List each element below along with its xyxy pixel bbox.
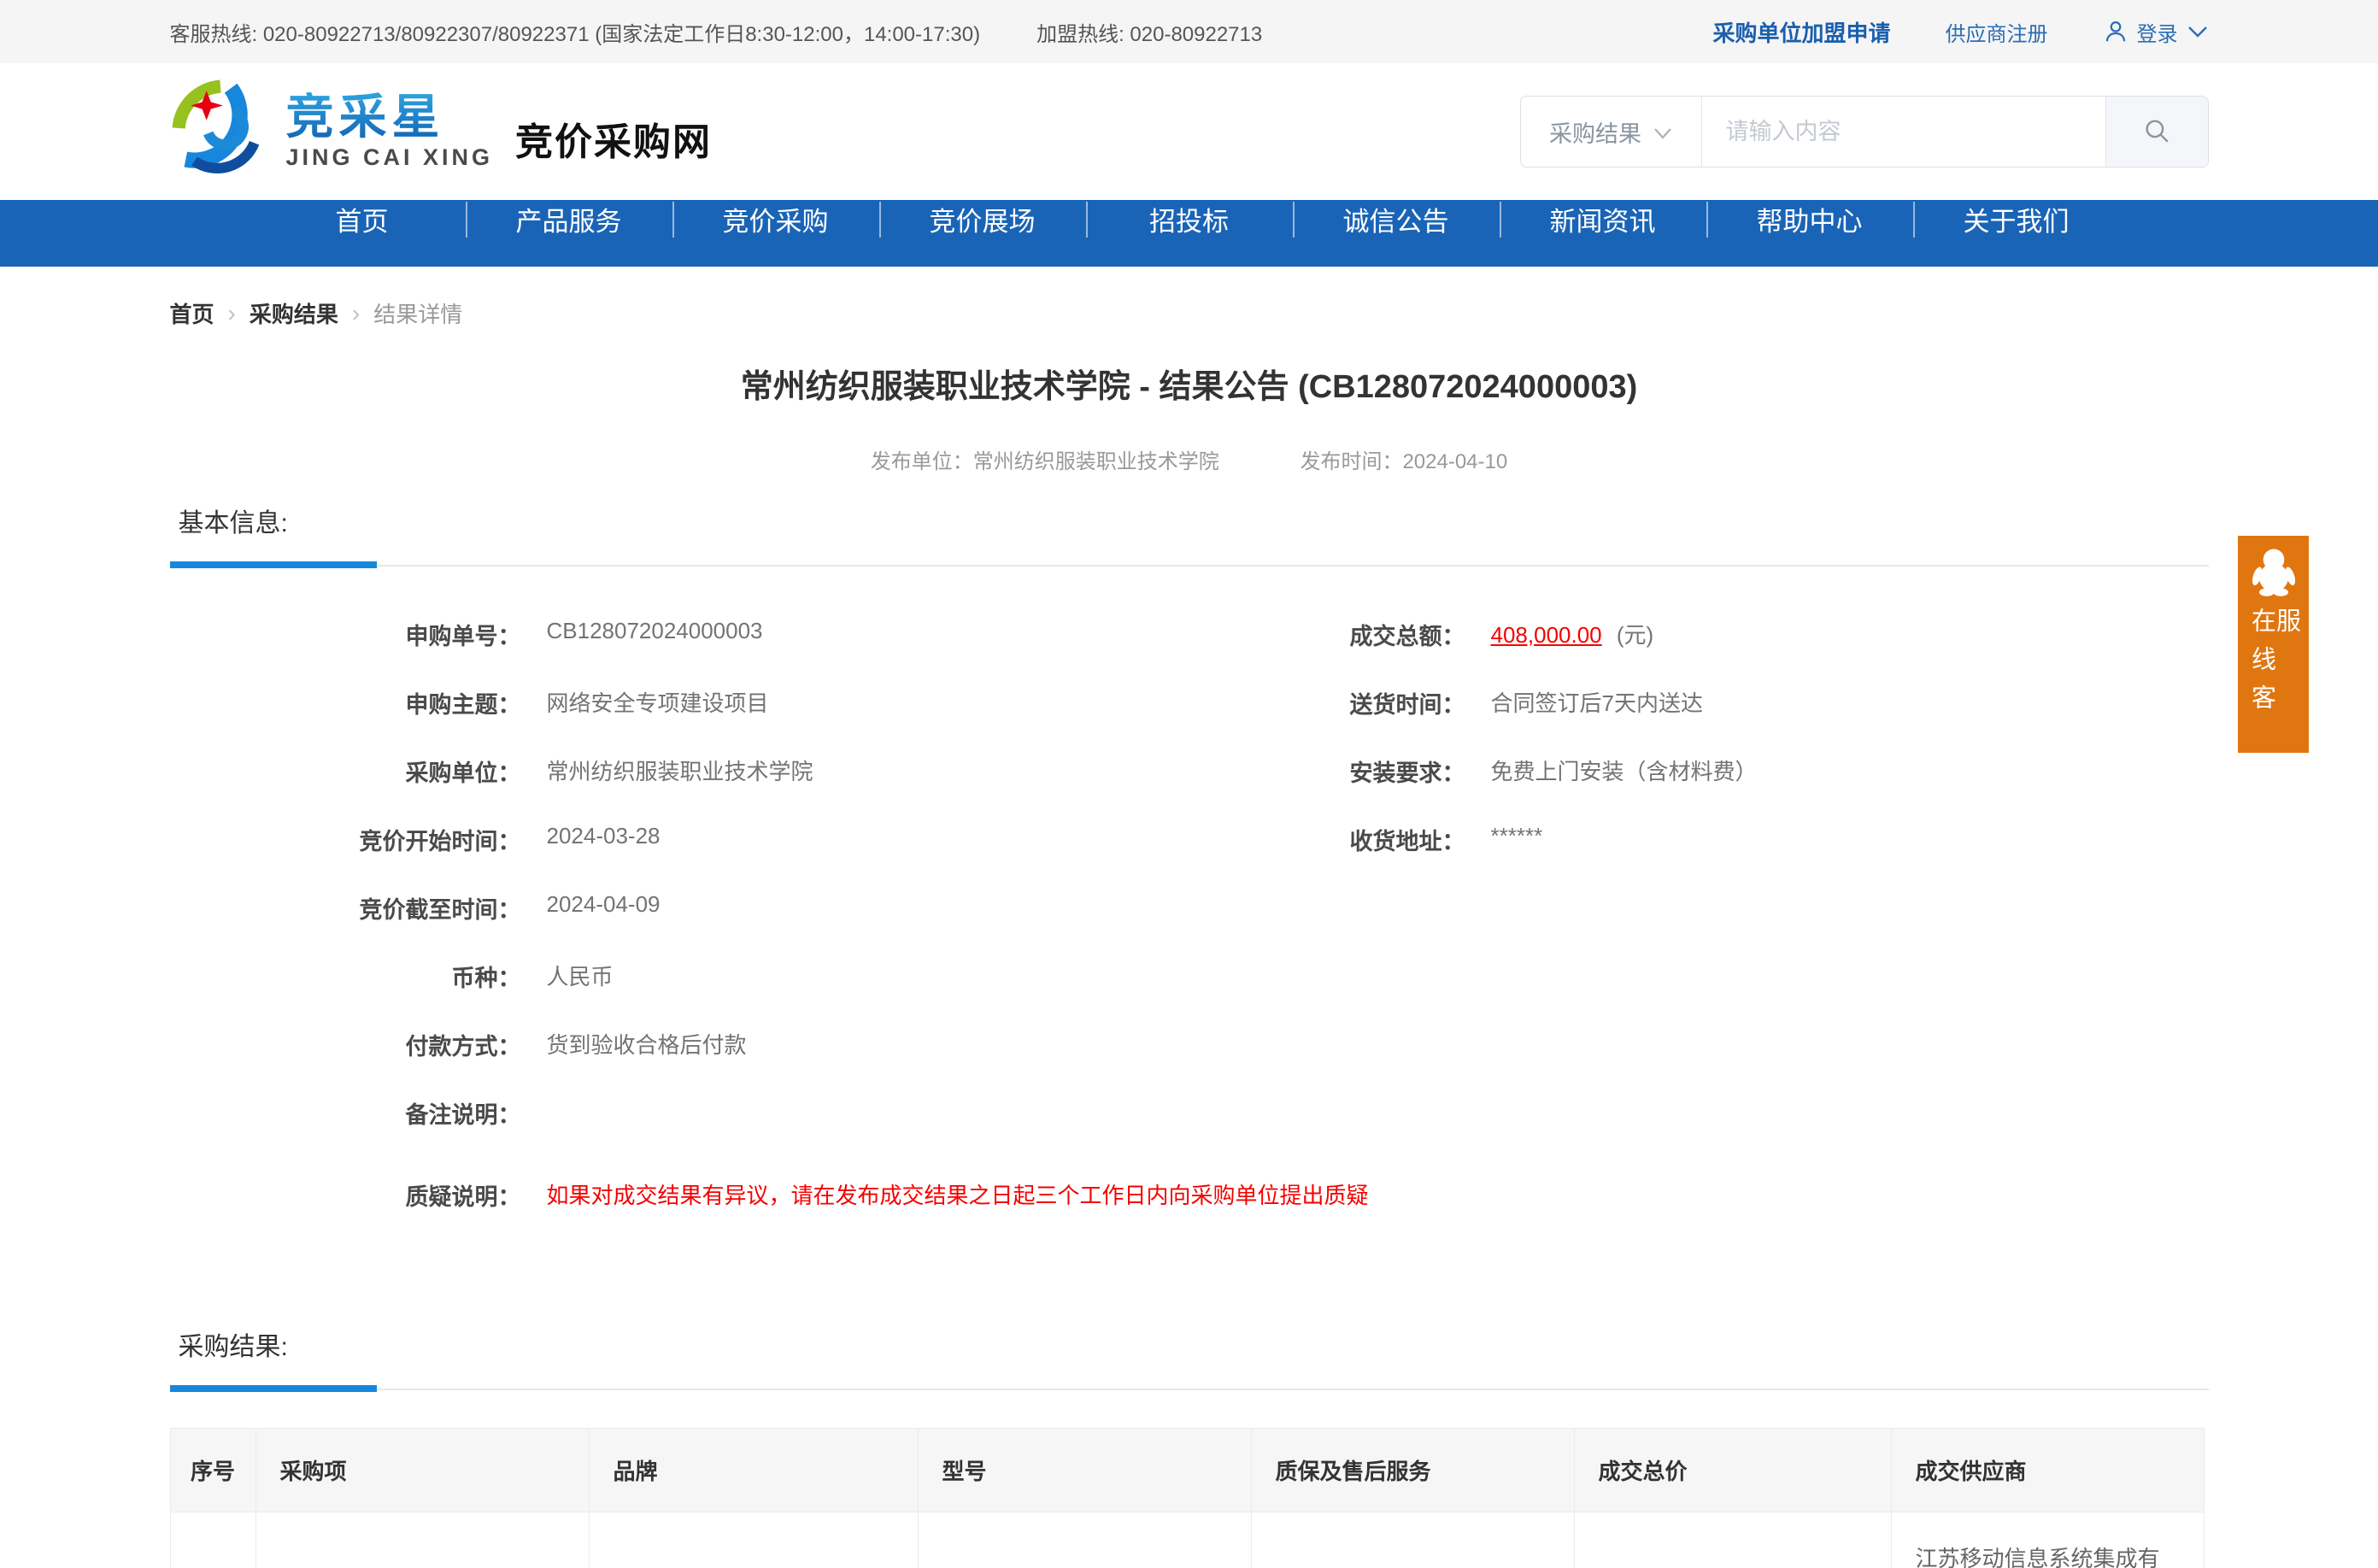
cell-model: 无 [918,1512,1251,1568]
cell-warranty: 按行业标准提供服务 [1251,1512,1574,1568]
search-category-value: 采购结果 [1549,115,1641,149]
col-supplier: 成交供应商 [1891,1429,2204,1512]
search-icon [2142,116,2171,148]
amount-unit: (元) [1617,622,1653,648]
breadcrumb: 首页 › 采购结果 › 结果详情 [170,297,2209,329]
page-title: 常州纺织服装职业技术学院 - 结果公告 (CB128072024000003) [170,360,2209,407]
table-row: 1 网络安全专项建设 无 无 按行业标准提供服务 408,000.00 江苏移动… [170,1512,2204,1568]
site-logo[interactable]: 竞采星 JING CAI XING 竞价采购网 [170,79,713,184]
search-category-select[interactable]: 采购结果 [1521,97,1702,167]
topbar: 客服热线: 020-80922713/80922307/80922371 (国家… [0,0,2378,63]
breadcrumb-home[interactable]: 首页 [170,297,214,329]
col-total-price: 成交总价 [1574,1429,1891,1512]
main-nav: 首页 产品服务 竞价采购 竞价展场 招投标 诚信公告 新闻资讯 帮助中心 关于我… [0,200,2378,267]
cell-total-price: 408,000.00 [1574,1512,1891,1568]
join-hotline: 加盟热线: 020-80922713 [1036,17,1262,47]
search-button[interactable] [2105,97,2208,167]
nav-item-products[interactable]: 产品服务 [466,200,672,238]
breadcrumb-separator-icon: › [228,300,236,327]
col-index: 序号 [170,1429,255,1512]
logo-subtext: JING CAI XING [286,144,494,171]
result-table: 序号 采购项 品牌 型号 质保及售后服务 成交总价 成交供应商 1 网络安全专项… [170,1428,2205,1568]
cell-brand: 无 [589,1512,918,1568]
publish-info: 发布单位：常州纺织服装职业技术学院 发布时间：2024-04-10 [170,444,2209,474]
login-button[interactable]: 登录 [2103,17,2209,47]
field-currency: 币种： 人民币 [170,960,1369,1028]
total-amount-link[interactable]: 408,000.00 [1491,622,1602,648]
nav-item-help-center[interactable]: 帮助中心 [1706,200,1913,238]
logo-text: 竞采星 [286,92,494,143]
col-model: 型号 [918,1429,1251,1512]
chevron-down-icon [2187,24,2209,39]
purchase-unit-join-link[interactable]: 采购单位加盟申请 [1712,16,1890,48]
nav-item-news[interactable]: 新闻资讯 [1500,200,1706,238]
cell-supplier: 江苏移动信息系统集成有限公司 [1891,1512,2204,1568]
col-warranty: 质保及售后服务 [1251,1429,1574,1512]
nav-item-about-us[interactable]: 关于我们 [1913,200,2120,238]
col-item: 采购项 [255,1429,589,1512]
field-delivery-address: 收货地址： ****** [1110,823,1758,891]
online-service-label: 在线客服 [2249,608,2299,753]
qq-penguin-icon [2247,546,2300,599]
search-group: 采购结果 [1520,96,2209,167]
field-install-requirement: 安装要求： 免费上门安装（含材料费） [1110,755,1758,823]
section-divider [170,1383,2209,1390]
nav-item-tenders[interactable]: 招投标 [1086,200,1293,238]
result-section-header: 采购结果: [170,1325,2209,1390]
field-delivery-time: 送货时间： 合同签订后7天内送达 [1110,686,1758,755]
cell-item: 网络安全专项建设 [255,1512,589,1568]
col-brand: 品牌 [589,1429,918,1512]
result-title: 采购结果: [170,1325,2209,1363]
site-header: 竞采星 JING CAI XING 竞价采购网 采购结果 [0,63,2378,200]
field-remarks: 备注说明： [170,1096,1369,1165]
basic-info-title: 基本信息: [170,502,2209,539]
field-end-time: 竞价截至时间： 2024-04-09 [170,891,1369,960]
field-objection-notice: 质疑说明： 如果对成交结果有异议，请在发布成交结果之日起三个工作日内向采购单位提… [170,1178,1369,1247]
breadcrumb-current: 结果详情 [373,297,462,329]
search-input[interactable] [1702,97,2105,167]
nav-item-bidding-hall[interactable]: 竞价展场 [879,200,1086,238]
chevron-down-icon [1653,119,1672,145]
login-label: 登录 [2137,17,2178,47]
basic-info-fields: 申购单号： CB128072024000003 申购主题： 网络安全专项建设项目… [170,618,2209,1233]
breadcrumb-results[interactable]: 采购结果 [250,297,338,329]
user-icon [2103,19,2128,44]
cell-index: 1 [170,1512,255,1568]
section-divider [170,560,2209,567]
publish-time: 发布时间：2024-04-10 [1300,450,1507,473]
field-total-amount: 成交总额： 408,000.00 (元) [1110,618,1758,686]
main-content: 首页 › 采购结果 › 结果详情 常州纺织服装职业技术学院 - 结果公告 (CB… [170,297,2209,1568]
nav-item-home[interactable]: 首页 [259,200,466,238]
table-header-row: 序号 采购项 品牌 型号 质保及售后服务 成交总价 成交供应商 [170,1429,2204,1512]
field-payment-method: 付款方式： 货到验收合格后付款 [170,1028,1369,1096]
site-name: 竞价采购网 [515,111,712,166]
supplier-register-link[interactable]: 供应商注册 [1946,17,2048,47]
service-hotline: 客服热线: 020-80922713/80922307/80922371 (国家… [170,17,981,47]
publish-unit: 发布单位：常州纺织服装职业技术学院 [871,450,1219,473]
breadcrumb-separator-icon: › [352,300,360,327]
nav-item-integrity-notice[interactable]: 诚信公告 [1293,200,1500,238]
nav-item-bidding-purchase[interactable]: 竞价采购 [672,200,879,238]
logo-swirl-icon [170,79,274,184]
basic-info-section-header: 基本信息: [170,502,2209,567]
online-service-button[interactable]: 在线客服 [2238,536,2309,753]
